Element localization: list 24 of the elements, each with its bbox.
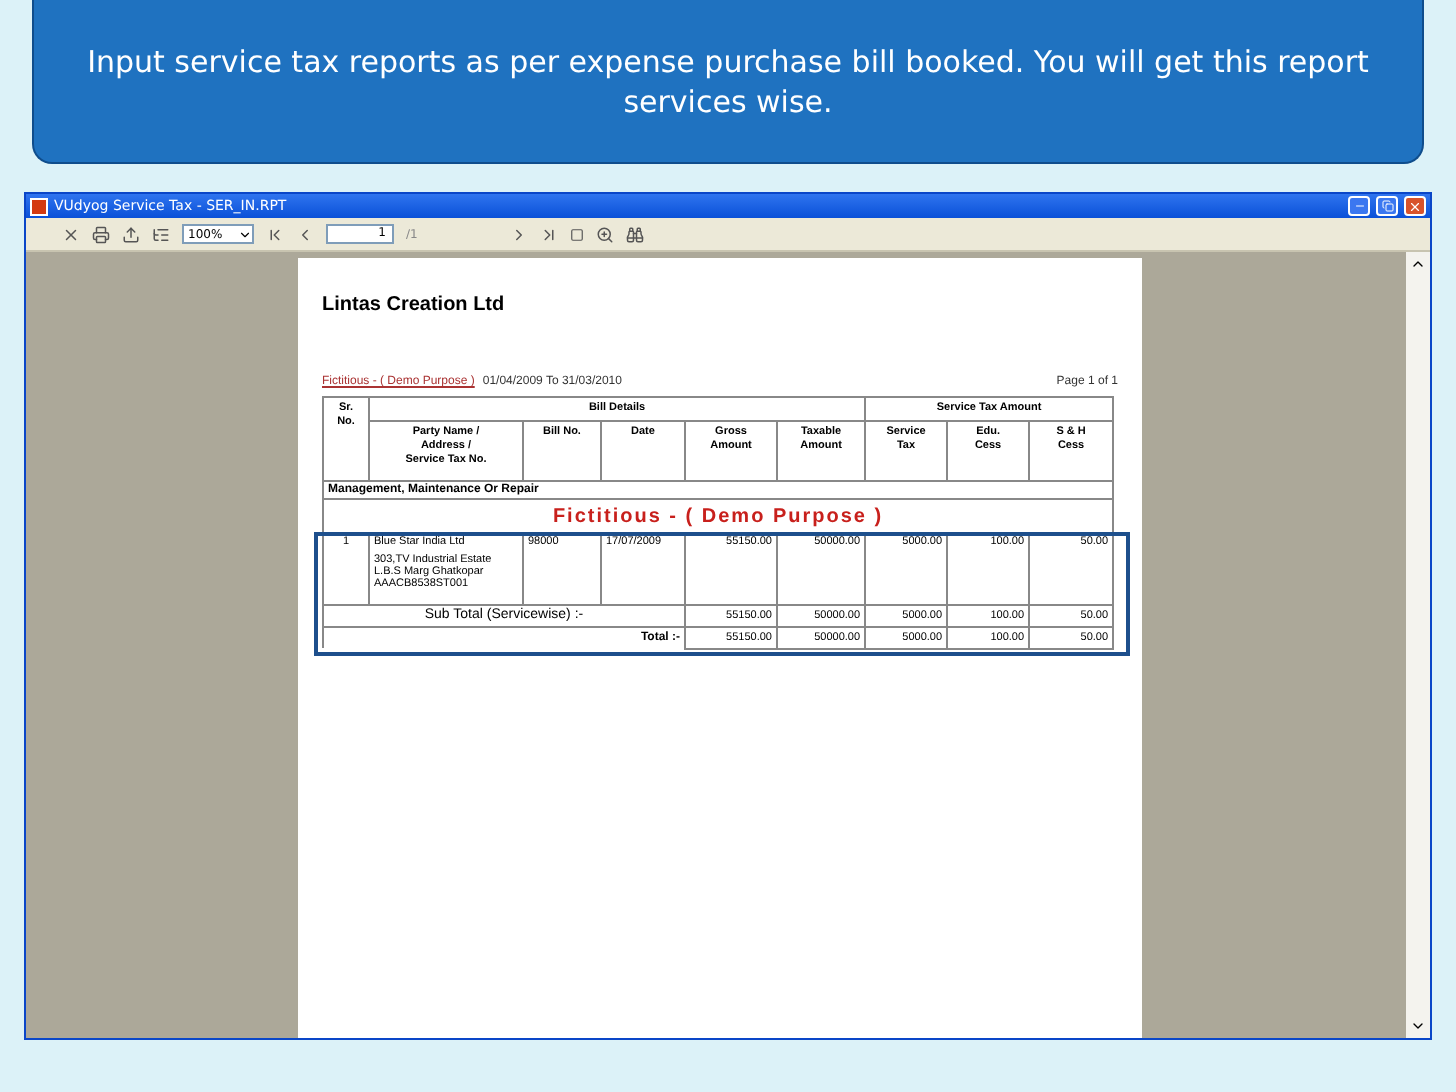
watermark-text: Fictitious - ( Demo Purpose ) [552,505,884,527]
stop-icon[interactable] [570,227,584,241]
first-page-icon[interactable] [266,225,284,243]
minimize-icon [1353,200,1365,212]
close-button[interactable] [1404,196,1426,216]
restore-button[interactable] [1376,196,1398,216]
scroll-down-icon[interactable] [1410,1018,1426,1034]
scrollbar[interactable] [1406,252,1430,1038]
export-icon[interactable] [122,225,140,243]
minimize-button[interactable] [1348,196,1370,216]
previous-page-icon[interactable] [296,225,314,243]
caption-text: Input service tax reports as per expense purchase bill booked. You will get this report services wise. [85,41,1371,121]
last-page-icon[interactable] [540,225,558,243]
close-icon [1408,199,1422,213]
printer-icon[interactable] [92,225,110,243]
company-name: Lintas Creation Ltd [322,294,507,316]
app-icon [30,197,48,215]
close-icon[interactable] [62,225,80,243]
scroll-up-icon[interactable] [1410,256,1426,272]
next-page-icon[interactable] [510,225,528,243]
tree-icon[interactable] [152,225,170,243]
binoculars-icon[interactable] [626,225,644,243]
restore-icon [1381,200,1393,212]
zoom-icon[interactable] [596,225,614,243]
